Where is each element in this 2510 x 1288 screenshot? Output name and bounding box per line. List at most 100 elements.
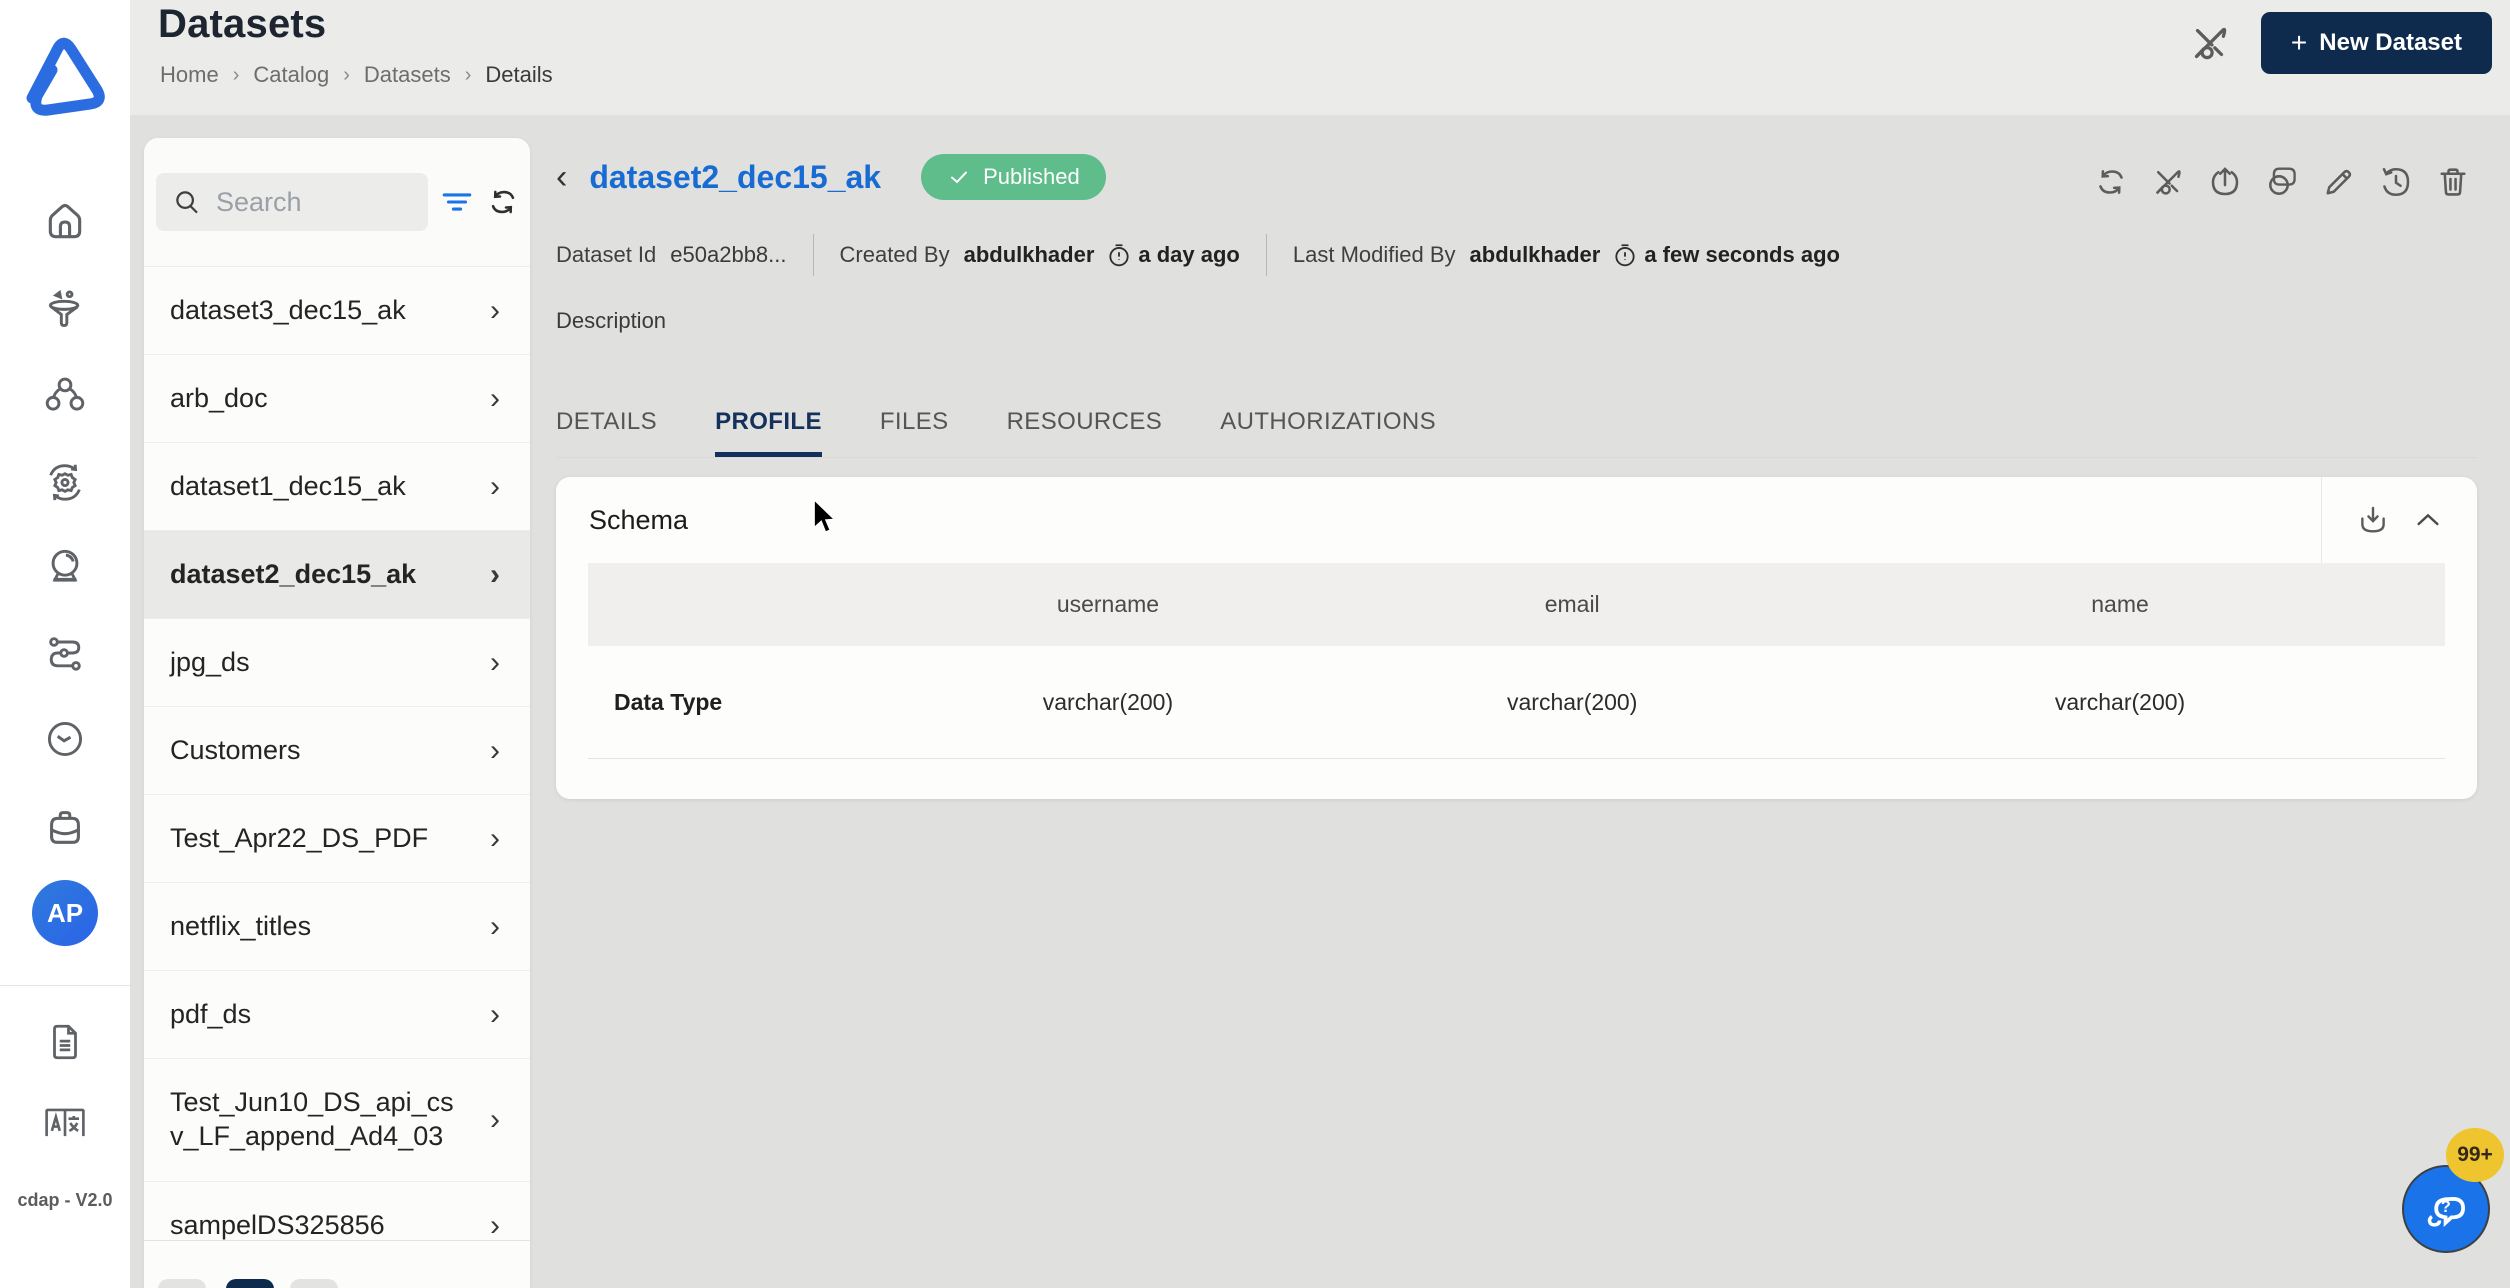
tab-authorizations[interactable]: AUTHORIZATIONS — [1220, 408, 1436, 457]
upload-icon[interactable] — [2205, 162, 2245, 202]
back-icon[interactable]: ‹ — [556, 160, 567, 194]
schema-cell: varchar(200) — [866, 646, 1350, 758]
workbag-icon[interactable] — [42, 804, 88, 850]
breadcrumb: Home › Catalog › Datasets › Details — [160, 62, 553, 88]
page-header: Datasets Home › Catalog › Datasets › Det… — [130, 0, 2510, 115]
breadcrumb-separator: › — [232, 63, 240, 86]
notification-badge[interactable]: 99+ — [2446, 1128, 2504, 1182]
network-icon[interactable] — [43, 373, 87, 417]
chevron-right-icon: › — [490, 733, 500, 767]
ingest-funnel-icon[interactable] — [43, 287, 87, 331]
schema-cell: varchar(200) — [1349, 646, 1796, 758]
created-by-value: abdulkhader — [963, 242, 1095, 267]
user-avatar[interactable]: AP — [32, 880, 98, 946]
collapse-chevron-up-icon[interactable] — [2412, 504, 2444, 536]
modified-by-value: abdulkhader — [1469, 242, 1601, 267]
home-icon[interactable] — [43, 200, 87, 244]
dataset-list-item[interactable]: jpg_ds › — [144, 618, 530, 706]
brand-logo[interactable] — [18, 32, 110, 116]
status-label: Published — [983, 164, 1080, 189]
app-version-label: cdap - V2.0 — [17, 1190, 113, 1210]
edit-pencil-icon[interactable] — [2319, 162, 2359, 202]
created-when-value: a day ago — [1138, 242, 1240, 267]
document-icon[interactable] — [44, 1021, 86, 1063]
history-icon[interactable] — [2376, 162, 2416, 202]
tab-resources[interactable]: RESOURCES — [1007, 408, 1163, 457]
search-box[interactable] — [156, 173, 428, 231]
tab-details[interactable]: DETAILS — [556, 408, 657, 457]
dataset-list-item[interactable]: pdf_ds › — [144, 970, 530, 1058]
clock-icon[interactable] — [43, 717, 87, 761]
filter-icon[interactable] — [440, 187, 474, 217]
meta-divider — [812, 234, 814, 276]
tab-profile[interactable]: PROFILE — [715, 408, 822, 457]
dataset-id-value: e50a2bb8... — [670, 242, 787, 267]
modified-when-value: a few seconds ago — [1644, 242, 1840, 267]
chevron-right-icon: › — [490, 909, 500, 943]
breadcrumb-catalog[interactable]: Catalog — [253, 62, 329, 88]
schema-row-label: Data Type — [588, 646, 867, 758]
detail-tabs: DETAILS PROFILE FILES RESOURCES AUTHORIZ… — [556, 408, 2477, 458]
search-icon — [172, 187, 202, 217]
dataset-list-item[interactable]: Test_Jun10_DS_api_csv_LF_append_Ad4_03 › — [144, 1058, 530, 1181]
breadcrumb-home[interactable]: Home — [160, 62, 219, 88]
sync-icon[interactable] — [2091, 162, 2131, 202]
dataset-list-item[interactable]: dataset1_dec15_ak › — [144, 442, 530, 530]
dataset-title[interactable]: dataset2_dec15_ak — [589, 159, 881, 196]
breadcrumb-details: Details — [485, 62, 553, 87]
process-settings-icon[interactable] — [42, 458, 88, 504]
chevron-right-icon: › — [490, 997, 500, 1031]
chevron-right-icon: › — [490, 1208, 500, 1241]
left-nav-rail: AP cdap - V2.0 — [0, 0, 130, 1288]
schema-title: Schema — [589, 504, 689, 535]
pagination-next-button[interactable] — [290, 1279, 338, 1288]
dataset-id-label: Dataset Id — [556, 242, 657, 267]
pagination-prev-button[interactable] — [158, 1279, 206, 1288]
schema-toolbar — [2321, 477, 2477, 563]
crystal-ball-icon[interactable] — [43, 544, 87, 588]
dataset-actions — [2091, 162, 2473, 202]
tools-icon[interactable] — [2187, 20, 2233, 66]
tab-files[interactable]: FILES — [880, 408, 949, 457]
dataset-list-item[interactable]: netflix_titles › — [144, 882, 530, 970]
created-by-label: Created By — [839, 242, 950, 267]
chevron-right-icon: › — [490, 821, 500, 855]
breadcrumb-datasets[interactable]: Datasets — [364, 62, 451, 88]
list-pagination — [144, 1240, 530, 1288]
page-title: Datasets — [158, 2, 327, 46]
check-icon — [951, 171, 968, 184]
breadcrumb-separator: › — [343, 63, 350, 86]
refresh-icon[interactable] — [486, 185, 520, 219]
search-input[interactable] — [216, 186, 386, 218]
schema-col-email: email — [1349, 563, 1796, 646]
chevron-right-icon: › — [490, 381, 500, 415]
schema-card: Schema username email name Data Type var… — [556, 477, 2477, 799]
dataset-detail: ‹ dataset2_dec15_ak Published Dataset Id… — [556, 138, 2477, 799]
rail-divider — [0, 985, 130, 986]
dataset-list-item[interactable]: Customers › — [144, 706, 530, 794]
description-label: Description — [556, 308, 667, 333]
download-icon[interactable] — [2356, 503, 2390, 537]
delete-trash-icon[interactable] — [2433, 162, 2473, 202]
dataset-list-item-selected[interactable]: dataset2_dec15_ak › — [144, 530, 530, 618]
chevron-right-icon: › — [490, 1103, 500, 1136]
chevron-right-icon: › — [490, 645, 500, 679]
dataset-list-item[interactable]: arb_doc › — [144, 354, 530, 442]
new-dataset-button[interactable]: + New Dataset — [2260, 12, 2492, 74]
modified-by-label: Last Modified By — [1292, 242, 1456, 267]
dataset-list-item[interactable]: dataset3_dec15_ak › — [144, 266, 530, 354]
copy-icon[interactable] — [2262, 162, 2302, 202]
svg-text:?: ? — [2441, 1198, 2451, 1216]
dataset-meta-row: Dataset Id e50a2bb8... Created By abdulk… — [556, 234, 2477, 276]
dataset-list-item[interactable]: Test_Apr22_DS_PDF › — [144, 794, 530, 882]
tools-icon[interactable] — [2148, 162, 2188, 202]
pipeline-route-icon[interactable] — [43, 631, 87, 675]
dataset-list-item[interactable]: sampelDS325856 › — [144, 1181, 530, 1240]
schema-table-header-row: username email name — [588, 563, 2445, 646]
dataset-list-panel: dataset3_dec15_ak› arb_doc› dataset1_dec… — [144, 138, 530, 1288]
search-row — [144, 138, 530, 266]
pagination-current-button[interactable] — [226, 1279, 274, 1288]
chevron-right-icon: › — [490, 557, 500, 591]
dataset-list: dataset3_dec15_ak › arb_doc › dataset1_dec… — [144, 266, 530, 1240]
translate-icon[interactable] — [44, 1108, 86, 1138]
